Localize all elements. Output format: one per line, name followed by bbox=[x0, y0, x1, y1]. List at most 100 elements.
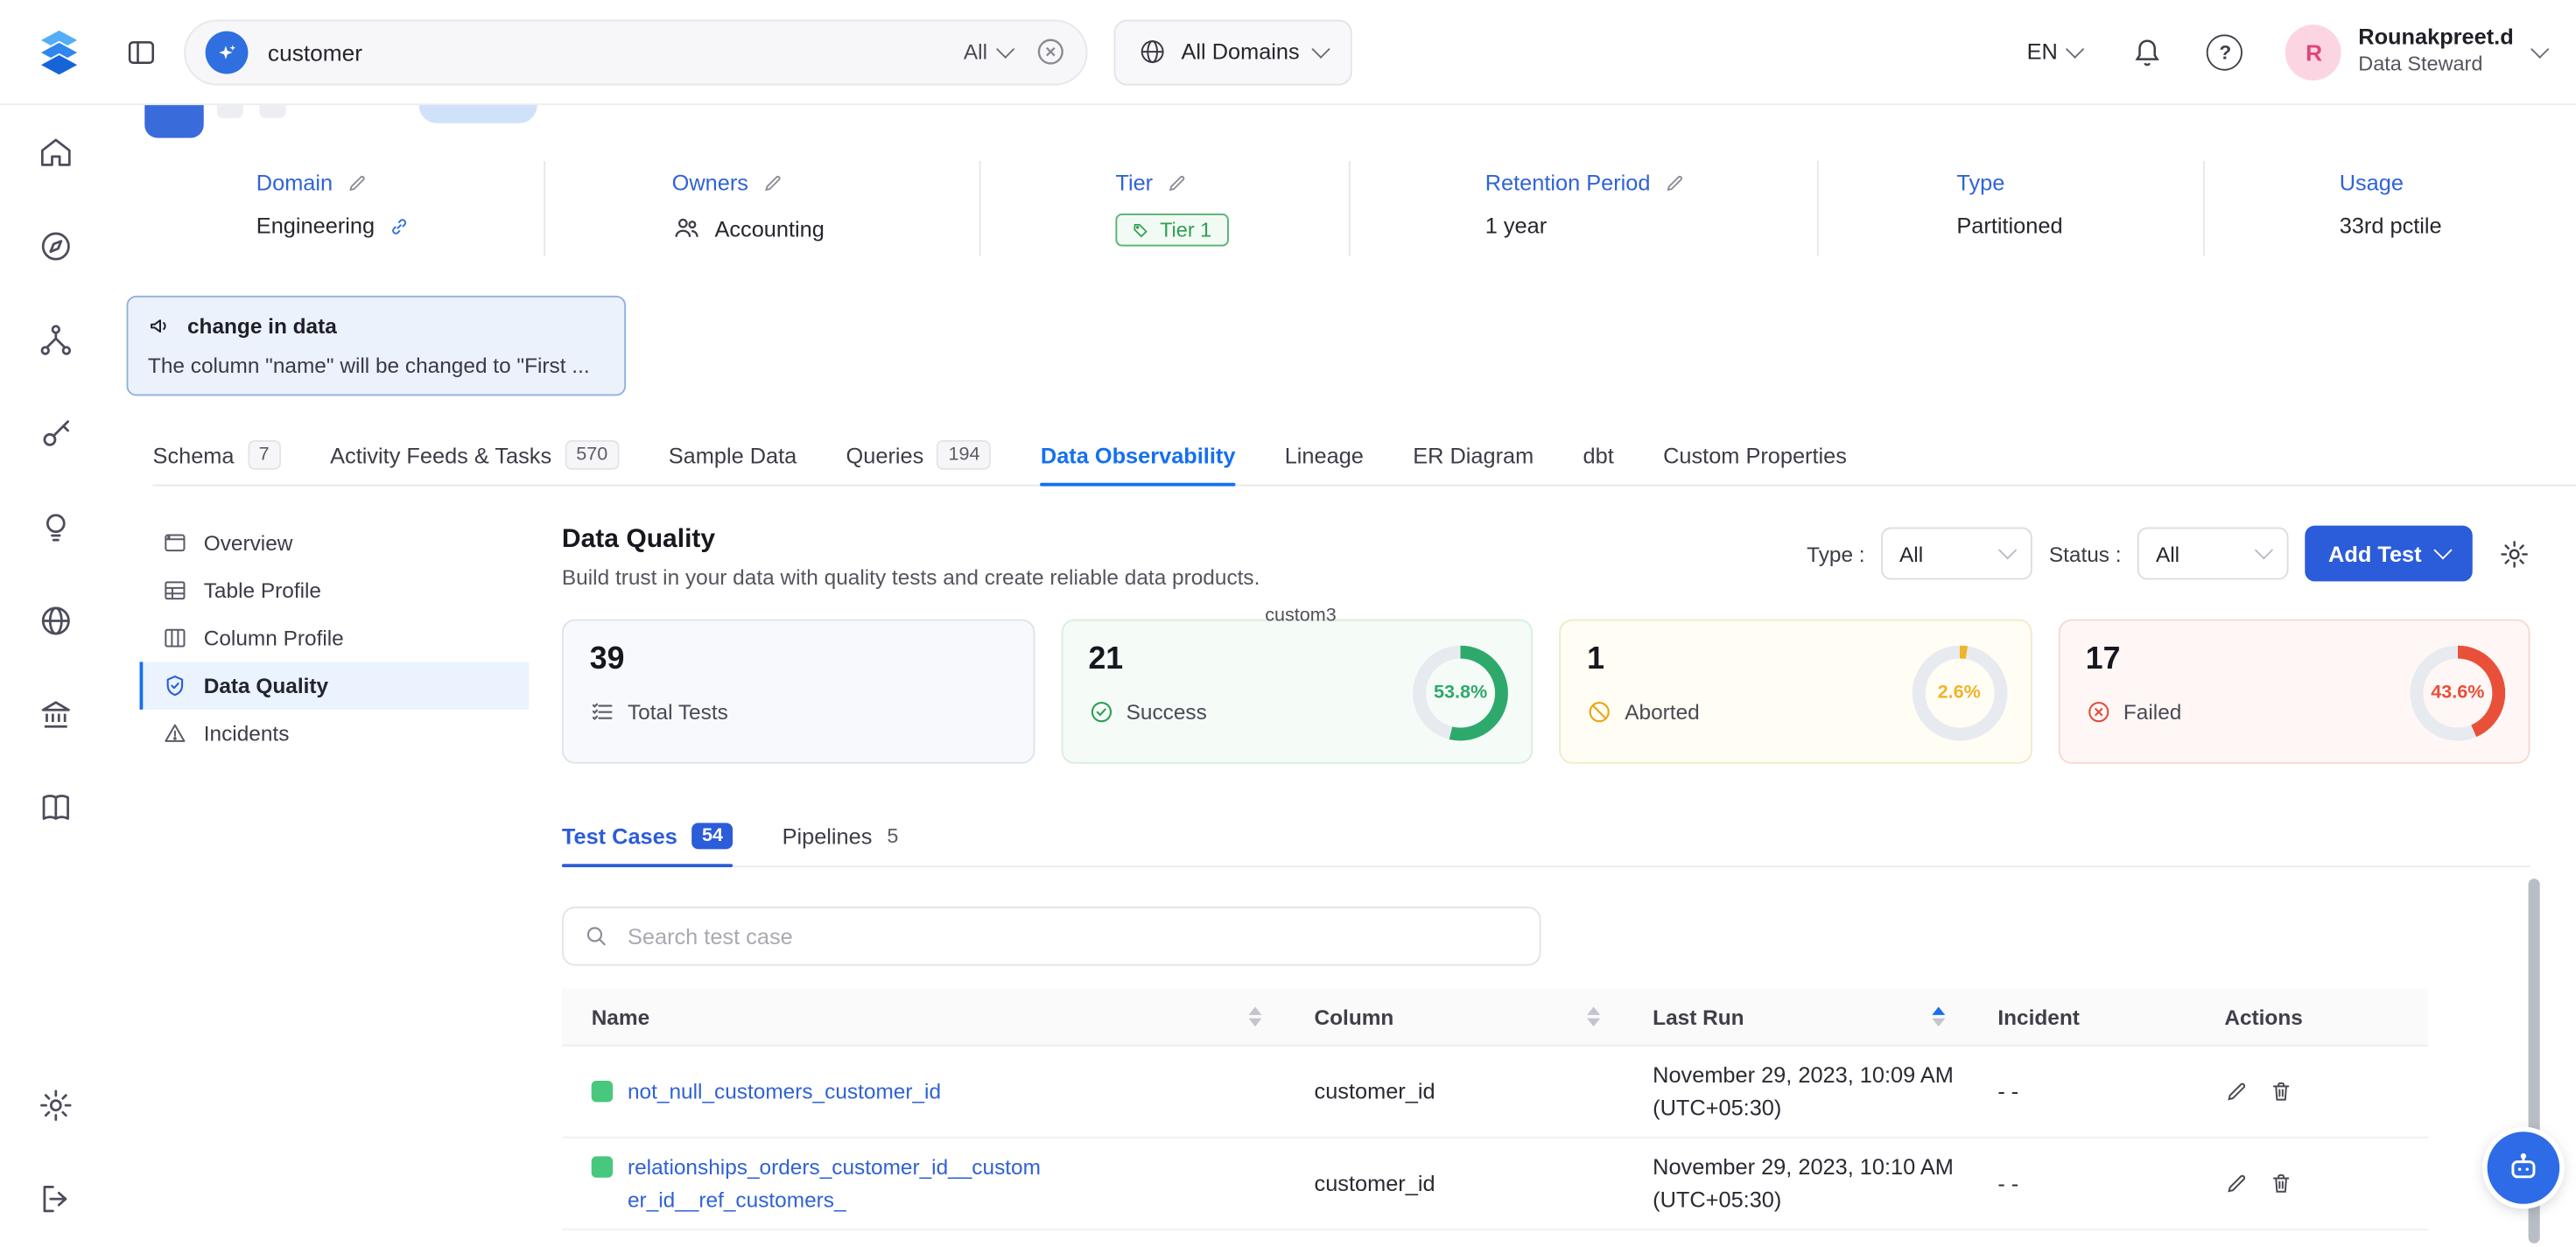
tab-test-cases[interactable]: Test Cases 54 bbox=[562, 807, 733, 866]
domain-label: Domain bbox=[256, 171, 333, 195]
status-success-square bbox=[592, 1157, 613, 1178]
nav-glossary-book-icon[interactable] bbox=[38, 790, 74, 826]
header-column[interactable]: Column bbox=[1285, 1005, 1624, 1029]
user-menu-chevron-icon[interactable] bbox=[2530, 39, 2549, 58]
sidebar-toggle-button[interactable] bbox=[125, 35, 158, 68]
tab-lineage[interactable]: Lineage bbox=[1285, 425, 1364, 485]
ai-sparkle-icon bbox=[206, 31, 249, 74]
nav-governance-bank-icon[interactable] bbox=[38, 697, 74, 732]
main-content: Domain Engineering Owners Ac bbox=[112, 105, 2576, 1246]
meta-field-tier: Tier Tier 1 bbox=[981, 161, 1351, 256]
robot-chat-icon bbox=[2505, 1150, 2541, 1186]
search-icon bbox=[583, 923, 609, 949]
chevron-down-icon bbox=[1311, 39, 1330, 58]
owners-value: Accounting bbox=[714, 216, 824, 241]
nav-explore-compass-icon[interactable] bbox=[38, 228, 74, 264]
entity-chip-remnant bbox=[419, 105, 537, 123]
edit-pencil-icon[interactable] bbox=[1166, 172, 1187, 193]
add-test-button[interactable]: Add Test bbox=[2306, 526, 2473, 582]
menu-item-data-quality[interactable]: Data Quality bbox=[140, 662, 530, 709]
header-actions: Actions bbox=[2195, 1005, 2429, 1029]
data-quality-panel: Data Quality Build trust in your data wi… bbox=[562, 513, 2530, 1247]
bell-icon bbox=[2131, 35, 2165, 68]
header-incident: Incident bbox=[1969, 1005, 2195, 1029]
menu-item-column-profile[interactable]: Column Profile bbox=[140, 614, 530, 662]
settings-gear-icon[interactable] bbox=[38, 1088, 74, 1124]
type-filter-select[interactable]: All bbox=[1881, 527, 2032, 579]
chat-support-button[interactable] bbox=[2488, 1131, 2560, 1204]
failed-label: Failed bbox=[2123, 700, 2181, 725]
test-case-search[interactable] bbox=[562, 907, 1541, 966]
search-input[interactable] bbox=[264, 37, 964, 67]
aborted-donut-chart: 2.6% bbox=[1912, 646, 2007, 741]
tab-queries[interactable]: Queries 194 bbox=[846, 425, 992, 485]
table-row: relationships_orders_customer_id__custom… bbox=[562, 1138, 2428, 1230]
nav-lineage-graph-icon[interactable] bbox=[38, 322, 74, 358]
tab-dbt[interactable]: dbt bbox=[1583, 425, 1614, 485]
app-logo[interactable] bbox=[26, 25, 92, 78]
delete-trash-icon[interactable] bbox=[2269, 1172, 2293, 1196]
delete-trash-icon[interactable] bbox=[2269, 1079, 2293, 1103]
header-last-run[interactable]: Last Run bbox=[1623, 1005, 1968, 1029]
global-search-bar[interactable]: All bbox=[184, 19, 1087, 85]
data-quality-header: Data Quality Build trust in your data wi… bbox=[562, 526, 2530, 590]
sort-icon bbox=[1587, 1007, 1600, 1027]
language-label: EN bbox=[2027, 39, 2058, 64]
last-run-value: November 29, 2023, 10:09 AM (UTC+05:30) bbox=[1623, 1060, 1968, 1124]
success-percent: 53.8% bbox=[1413, 646, 1508, 741]
tab-data-observability[interactable]: Data Observability bbox=[1041, 425, 1236, 485]
check-circle-icon bbox=[1088, 700, 1113, 725]
test-case-search-input[interactable] bbox=[624, 922, 1520, 950]
test-case-link[interactable]: relationships_orders_customer_id__custom… bbox=[628, 1152, 1042, 1215]
search-scope-dropdown[interactable]: All bbox=[964, 39, 1012, 64]
tier-label: Tier bbox=[1115, 171, 1153, 195]
menu-item-overview[interactable]: Overview bbox=[140, 519, 530, 566]
incidents-alert-icon bbox=[163, 721, 187, 746]
chevron-down-icon bbox=[1998, 541, 2017, 559]
page-subtitle: Build trust in your data with quality te… bbox=[562, 565, 1260, 590]
tab-sample-data[interactable]: Sample Data bbox=[669, 425, 797, 485]
aborted-percent: 2.6% bbox=[1912, 646, 2007, 741]
tab-er-diagram[interactable]: ER Diagram bbox=[1413, 425, 1534, 485]
success-donut-chart: 53.8% bbox=[1413, 646, 1508, 741]
user-avatar[interactable]: R bbox=[2286, 24, 2342, 80]
test-case-link[interactable]: not_null_customers_customer_id bbox=[628, 1075, 941, 1108]
edit-pencil-icon[interactable] bbox=[762, 172, 783, 193]
status-filter-select[interactable]: All bbox=[2137, 527, 2289, 579]
avatar-initial: R bbox=[2306, 39, 2322, 65]
top-navbar: All All Domains EN bbox=[0, 0, 2576, 105]
tab-activity-feeds[interactable]: Activity Feeds & Tasks 570 bbox=[330, 425, 619, 485]
announcement-body: The column "name" will be changed to "Fi… bbox=[148, 354, 605, 378]
edit-pencil-icon[interactable] bbox=[1664, 172, 1685, 193]
announcement-card[interactable]: change in data The column "name" will be… bbox=[127, 296, 627, 396]
tab-pipelines[interactable]: Pipelines 5 bbox=[783, 807, 899, 866]
tag-icon bbox=[1132, 221, 1150, 239]
search-clear-button[interactable] bbox=[1035, 36, 1066, 67]
gear-icon bbox=[2499, 538, 2530, 570]
menu-item-table-profile[interactable]: Table Profile bbox=[140, 567, 530, 614]
navbar-right: EN ? R Rounakpreet.d Data Steward bbox=[2027, 24, 2547, 80]
help-button[interactable]: ? bbox=[2207, 33, 2243, 69]
test-case-link[interactable]: unique_customers_customer_id bbox=[628, 1243, 930, 1246]
nav-insights-bulb-icon[interactable] bbox=[38, 509, 74, 545]
tab-schema[interactable]: Schema 7 bbox=[153, 425, 281, 485]
edit-pencil-icon[interactable] bbox=[2224, 1079, 2249, 1103]
nav-domains-globe-icon[interactable] bbox=[38, 603, 74, 639]
quality-settings-button[interactable] bbox=[2499, 538, 2530, 570]
edit-pencil-icon[interactable] bbox=[346, 172, 367, 193]
page-title: Data Quality bbox=[562, 526, 1260, 556]
logout-icon[interactable] bbox=[38, 1180, 74, 1216]
edit-pencil-icon[interactable] bbox=[2224, 1172, 2249, 1196]
status-filter-label: Status : bbox=[2049, 541, 2122, 565]
header-name[interactable]: Name bbox=[562, 1005, 1285, 1029]
notifications-button[interactable] bbox=[2131, 35, 2165, 68]
menu-item-incidents[interactable]: Incidents bbox=[140, 710, 530, 757]
announcement-title: change in data bbox=[187, 313, 337, 338]
nav-key-icon[interactable] bbox=[38, 416, 74, 452]
meta-field-retention: Retention Period 1 year bbox=[1351, 161, 1819, 256]
domains-dropdown[interactable]: All Domains bbox=[1114, 19, 1352, 85]
test-cases-table: Name Column Last Run bbox=[562, 989, 2428, 1247]
nav-home-icon[interactable] bbox=[38, 135, 74, 171]
language-dropdown[interactable]: EN bbox=[2027, 39, 2082, 64]
tab-custom-properties[interactable]: Custom Properties bbox=[1663, 425, 1847, 485]
